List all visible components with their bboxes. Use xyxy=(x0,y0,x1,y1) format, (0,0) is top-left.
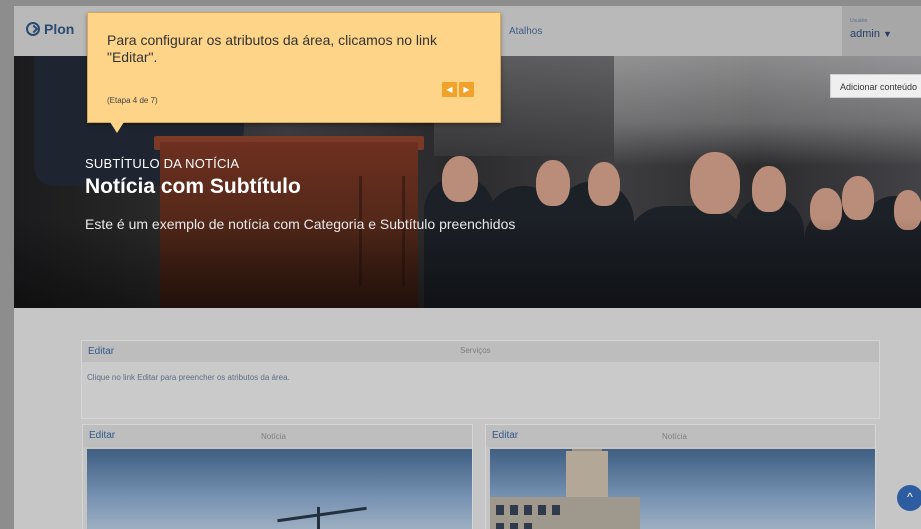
user-menu[interactable]: Usuário admin ▼ xyxy=(842,6,921,56)
content-area: Editar Serviços Clique no link Editar pa… xyxy=(14,308,921,529)
news-tile-edit-link[interactable]: Editar xyxy=(89,430,115,441)
news-tile: Editar Notícia xyxy=(485,424,876,529)
triangle-right-icon: ▶ xyxy=(463,85,470,94)
tour-tooltip-text: Para configurar os atributos da área, cl… xyxy=(107,32,437,65)
services-tile: Editar Serviços Clique no link Editar pa… xyxy=(81,340,880,419)
chevron-up-icon: ^ xyxy=(907,490,913,504)
news-tile-header: Editar Notícia xyxy=(83,425,472,447)
hero-subtitle: SUBTÍTULO DA NOTÍCIA xyxy=(85,156,240,171)
services-tile-title: Serviços xyxy=(460,346,491,355)
tour-tooltip: Para configurar os atributos da área, cl… xyxy=(87,12,501,133)
add-content-button[interactable]: Adicionar conteúdo xyxy=(830,74,921,98)
tour-prev-button[interactable]: ◀ xyxy=(442,82,457,97)
news-tile-title: Notícia xyxy=(662,432,687,441)
chevron-down-icon: ▼ xyxy=(882,29,892,39)
news-tile-title: Notícia xyxy=(261,432,286,441)
user-name[interactable]: admin ▼ xyxy=(850,28,892,40)
user-caption: Usuário xyxy=(850,18,868,24)
logo[interactable]: Plon xyxy=(26,21,74,37)
services-edit-link[interactable]: Editar xyxy=(88,346,114,357)
user-name-label: admin xyxy=(850,28,880,40)
hero-light xyxy=(614,56,921,166)
news-tile-image[interactable] xyxy=(490,449,875,529)
tour-step-indicator: (Etapa 4 de 7) xyxy=(107,96,158,105)
hero-description: Este é um exemplo de notícia com Categor… xyxy=(85,216,516,232)
services-tile-body: Clique no link Editar para preencher os … xyxy=(87,373,290,382)
crane-mast xyxy=(317,507,320,529)
hero-title[interactable]: Notícia com Subtítulo xyxy=(85,175,301,199)
tour-next-button[interactable]: ▶ xyxy=(459,82,474,97)
news-tile-header: Editar Notícia xyxy=(486,425,875,447)
page-frame: Plon Atalhos Usuário admin ▼ SUBTÍTULO D… xyxy=(14,6,921,529)
logo-text: Plon xyxy=(44,21,75,37)
crane-arm xyxy=(277,506,367,523)
news-tile: Editar Notícia xyxy=(82,424,473,529)
news-tile-image[interactable] xyxy=(87,449,472,529)
building xyxy=(490,497,640,529)
news-tile-edit-link[interactable]: Editar xyxy=(492,430,518,441)
services-tile-header: Editar Serviços xyxy=(82,341,879,362)
triangle-left-icon: ◀ xyxy=(446,85,453,94)
plone-logo-icon xyxy=(26,22,40,36)
nav-atalhos-link[interactable]: Atalhos xyxy=(509,26,542,37)
scroll-to-top-button[interactable]: ^ xyxy=(897,485,921,511)
